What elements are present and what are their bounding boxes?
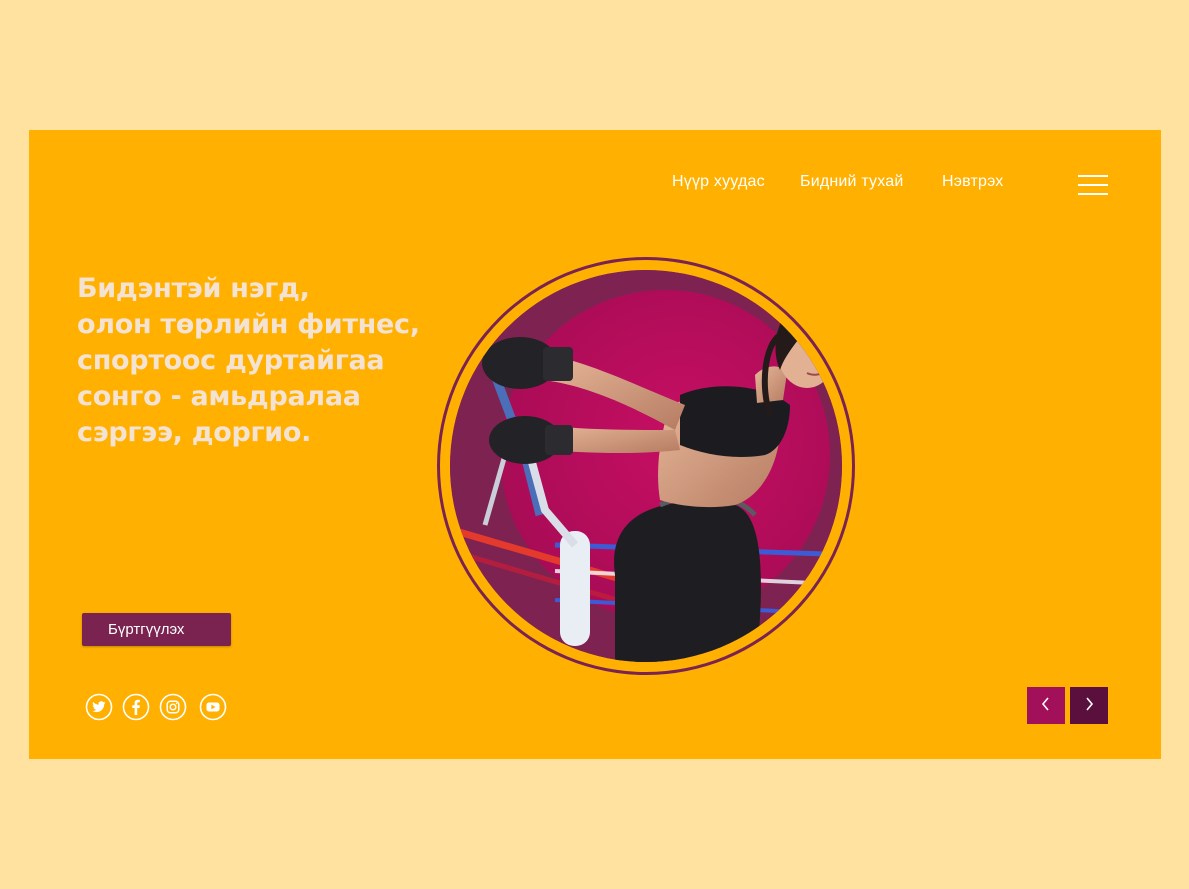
top-nav: Нүүр хуудас Бидний тухай Нэвтрэх [29,173,1161,203]
carousel-prev-button[interactable] [1027,687,1065,724]
nav-link-about[interactable]: Бидний тухай [800,173,904,191]
hamburger-menu-icon[interactable] [1078,173,1108,197]
twitter-icon[interactable] [85,693,113,721]
headline-line: сонго - амьдралаа [77,381,361,412]
chevron-left-icon [1040,697,1052,714]
chevron-right-icon [1083,697,1095,714]
register-button[interactable]: Бүртгүүлэх [82,613,231,646]
facebook-icon[interactable] [122,693,150,721]
headline-line: спортоос дуртайгаа [77,345,385,376]
youtube-icon[interactable] [199,693,227,721]
instagram-icon[interactable] [159,693,187,721]
carousel-next-button[interactable] [1070,687,1108,724]
menu-bar [1078,175,1108,177]
hero-headline: Бидэнтэй нэгд, олон төрлийн фитнес, спор… [77,271,457,451]
nav-link-home[interactable]: Нүүр хуудас [672,173,765,191]
nav-link-login[interactable]: Нэвтрэх [942,173,1003,191]
headline-line: сэргээ, доргио. [77,417,312,448]
headline-line: Бидэнтэй нэгд, [77,273,310,304]
menu-bar [1078,193,1108,195]
hero-banner: Нүүр хуудас Бидний тухай Нэвтрэх Бидэнтэ… [29,130,1161,759]
menu-bar [1078,184,1108,186]
headline-line: олон төрлийн фитнес, [77,309,420,340]
boxer-illustration [435,255,857,677]
